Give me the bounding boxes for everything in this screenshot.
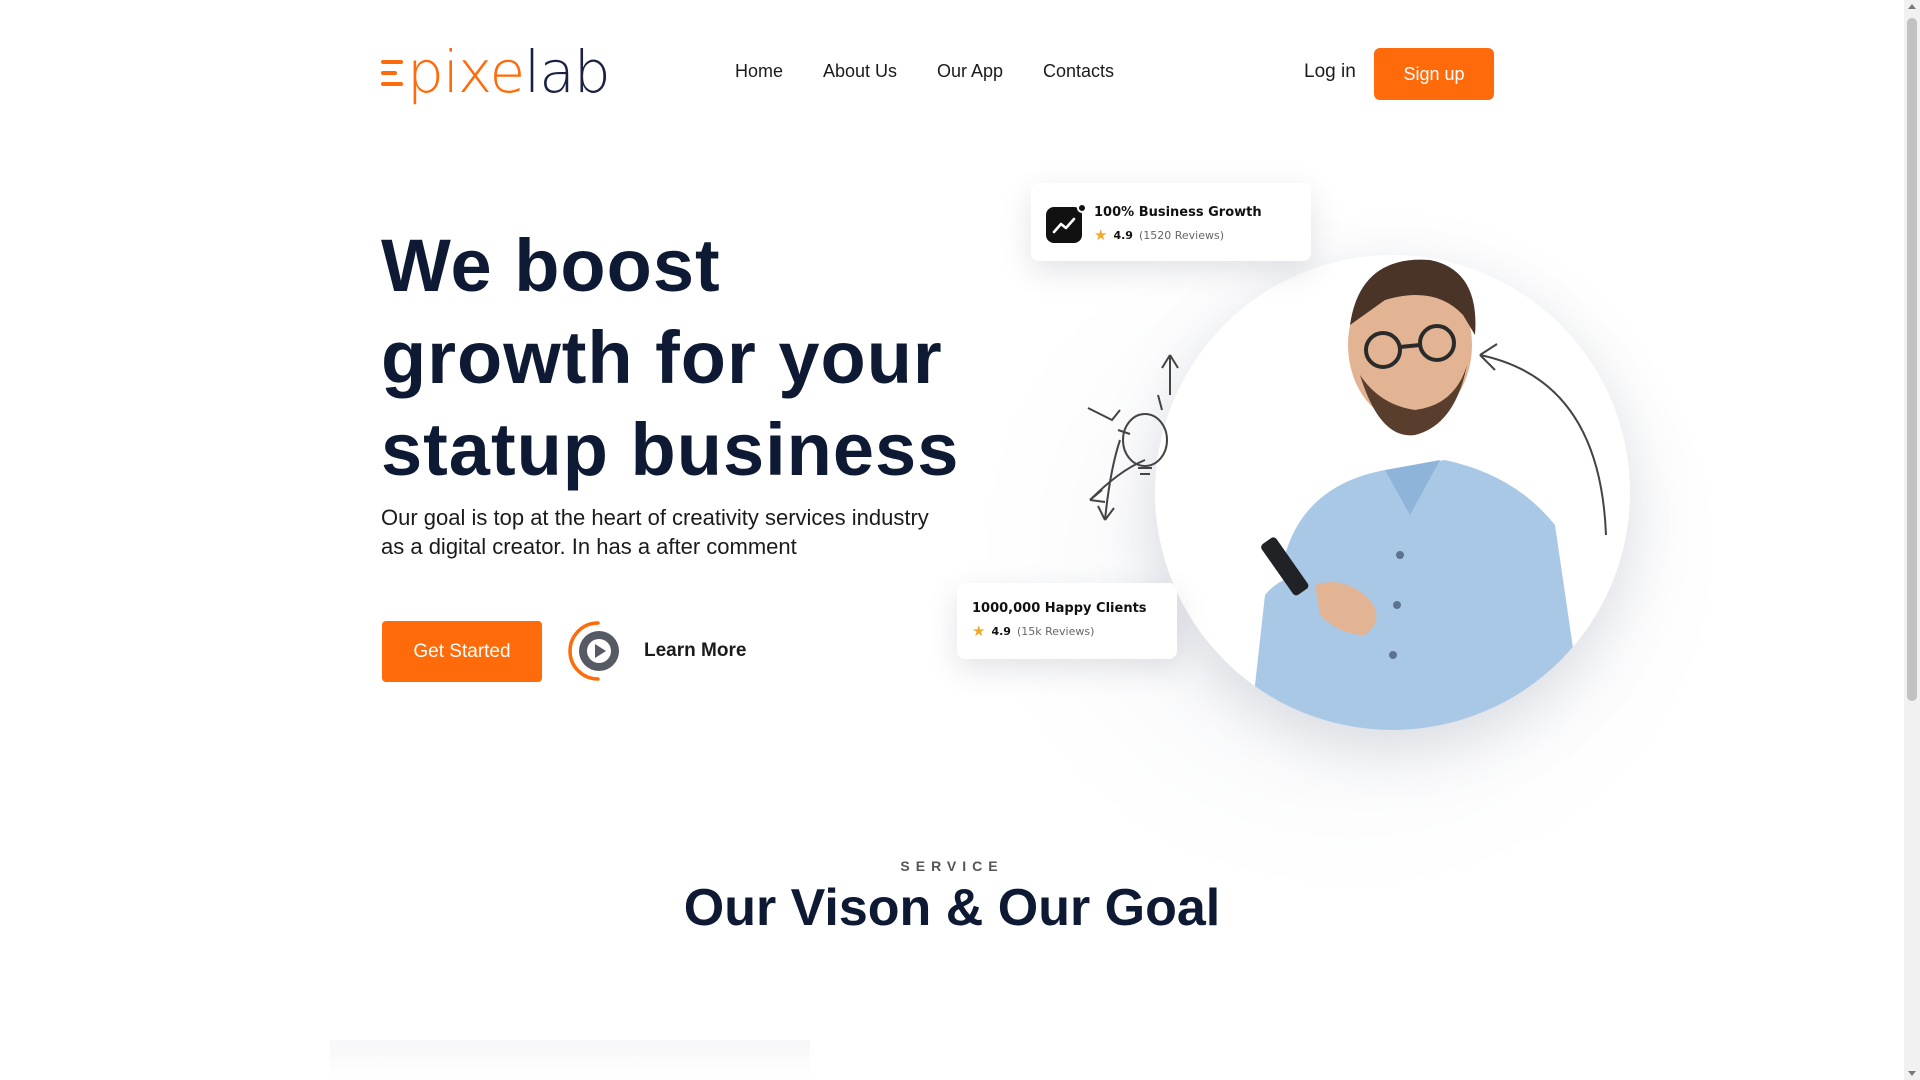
nav-our-app[interactable]: Our App (937, 61, 1003, 82)
business-growth-reviews: (1520 Reviews) (1138, 229, 1225, 242)
service-kicker: SERVICE (900, 858, 1004, 874)
hero-subtitle-line-1: Our goal is top at the heart of creativi… (381, 505, 929, 530)
business-growth-rating-value: 4.9 (1113, 229, 1133, 242)
site-header: pixelab Home About Us Our App Contacts L… (0, 0, 1904, 140)
logo-pixe: pixe (407, 38, 525, 106)
logo-mark-icon (381, 54, 407, 92)
happy-clients-card: 1000,000 Happy Clients ★ 4.9 (15k Review… (957, 583, 1177, 659)
happy-clients-rating: ★ 4.9 (15k Reviews) (972, 624, 1147, 639)
hero-title-line-1: We boost (381, 224, 721, 307)
login-link[interactable]: Log in (1304, 61, 1356, 83)
scroll-up-arrow-icon[interactable] (1908, 4, 1916, 9)
hero-title: We boost growth for your statup business (381, 220, 1021, 496)
page-scrollbar[interactable] (1904, 0, 1920, 1080)
learn-more-label[interactable]: Learn More (644, 640, 746, 662)
nav-contacts[interactable]: Contacts (1043, 61, 1114, 82)
nav-about-us[interactable]: About Us (823, 61, 897, 82)
scroll-down-arrow-icon[interactable] (1908, 1071, 1916, 1076)
hero-title-line-3: statup business (381, 408, 960, 491)
play-icon[interactable] (568, 620, 622, 682)
nav-home[interactable]: Home (735, 61, 783, 82)
learn-more-link[interactable]: Learn More (568, 620, 746, 682)
happy-clients-reviews: (15k Reviews) (1016, 625, 1095, 638)
hero-title-line-2: growth for your (381, 316, 943, 399)
notification-dot-icon (1077, 203, 1087, 213)
get-started-button[interactable]: Get Started (382, 621, 542, 682)
trend-chart-icon (1046, 207, 1082, 243)
business-growth-card: 100% Business Growth ★ 4.9 (1520 Reviews… (1031, 183, 1311, 261)
hero-subtitle-line-2: as a digital creator. In has a after com… (381, 534, 797, 559)
happy-clients-rating-value: 4.9 (991, 625, 1011, 638)
business-growth-title: 100% Business Growth (1094, 205, 1262, 220)
logo-text: pixelab (381, 43, 611, 101)
star-icon: ★ (1094, 226, 1108, 244)
business-growth-rating: ★ 4.9 (1520 Reviews) (1094, 228, 1262, 243)
logo[interactable]: pixelab (381, 43, 631, 101)
signup-button[interactable]: Sign up (1374, 48, 1494, 100)
hero-illustration: 100% Business Growth ★ 4.9 (1520 Reviews… (940, 140, 1760, 900)
star-icon: ★ (972, 622, 986, 640)
service-title: Our Vison & Our Goal (683, 879, 1221, 937)
hero-subtitle: Our goal is top at the heart of creativi… (381, 503, 961, 561)
happy-clients-title: 1000,000 Happy Clients (972, 601, 1147, 616)
scrollbar-thumb[interactable] (1907, 18, 1917, 701)
service-cards-preview (330, 1040, 810, 1080)
logo-lab: lab (524, 38, 610, 106)
